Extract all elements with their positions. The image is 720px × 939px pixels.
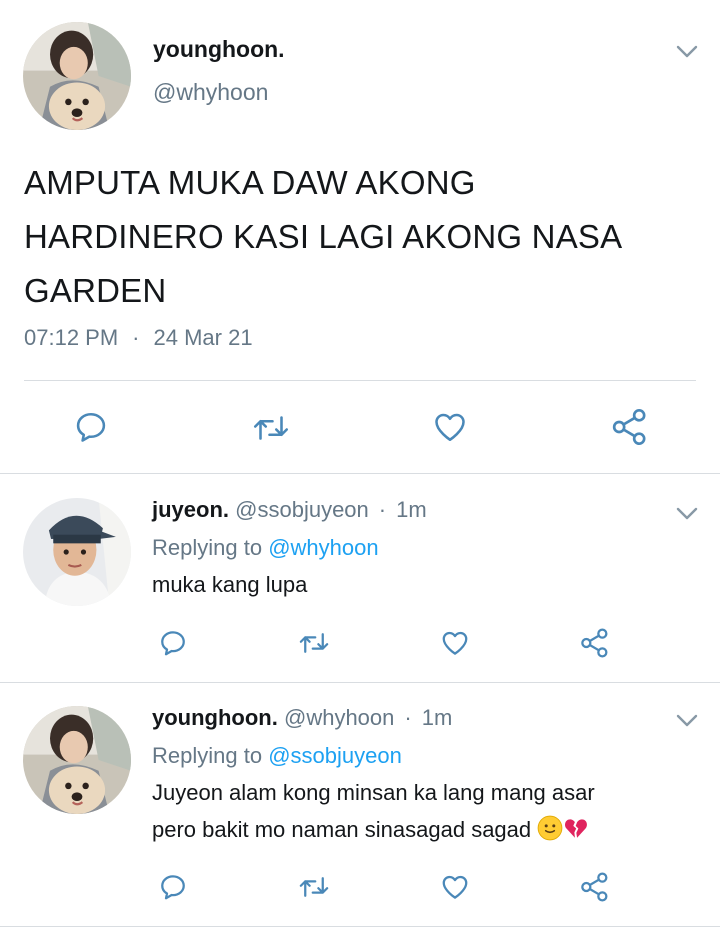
replying-to: Replying to @ssobjuyeon (152, 743, 402, 769)
reply-header: younghoon. @whyhoon · 1m (152, 705, 452, 731)
chevron-down-icon[interactable] (676, 714, 698, 728)
avatar[interactable] (23, 498, 131, 606)
retweet-icon[interactable] (251, 410, 291, 446)
display-name[interactable]: juyeon. (152, 497, 229, 522)
share-icon[interactable] (610, 407, 650, 447)
mention-link[interactable]: @ssobjuyeon (268, 743, 402, 768)
reply-icon[interactable] (158, 628, 188, 658)
divider (0, 926, 720, 927)
tweet-text: Juyeon alam kong minsan ka lang mang asa… (152, 774, 692, 848)
chevron-down-icon[interactable] (676, 507, 698, 521)
mention-link[interactable]: @whyhoon (268, 535, 378, 560)
tweet-time: 07:12 PM (24, 325, 119, 350)
heart-icon[interactable] (439, 872, 471, 902)
reply-time: 1m (396, 497, 427, 522)
replying-to: Replying to @whyhoon (152, 535, 379, 561)
retweet-icon[interactable] (297, 872, 331, 902)
reply-icon[interactable] (158, 872, 188, 902)
slightly-smiling-face-emoji (537, 815, 563, 841)
broken-heart-emoji (563, 815, 589, 841)
reply-time: 1m (421, 705, 453, 730)
avatar[interactable] (23, 706, 131, 814)
retweet-icon[interactable] (297, 628, 331, 658)
share-icon[interactable] (579, 871, 611, 903)
chevron-down-icon[interactable] (676, 45, 698, 59)
tweet-text: muka kang lupa (152, 572, 308, 597)
replying-label: Replying to (152, 535, 263, 560)
tweet-text-fragment: pero bakit mo naman sinasagad sagad (152, 817, 532, 842)
heart-icon[interactable] (439, 628, 471, 658)
reply-header: juyeon. @ssobjuyeon · 1m (152, 497, 427, 523)
handle[interactable]: @ssobjuyeon (235, 497, 369, 522)
meta-separator: · (378, 497, 387, 522)
tweet-date: 24 Mar 21 (153, 325, 253, 350)
heart-icon[interactable] (431, 409, 469, 445)
meta-separator: · (132, 325, 140, 350)
meta-separator: · (404, 705, 412, 730)
tweet-text-line: pero bakit mo naman sinasagad sagad (152, 811, 692, 848)
tweet-text-line: Juyeon alam kong minsan ka lang mang asa… (152, 780, 595, 805)
divider (0, 682, 720, 683)
reply-icon[interactable] (73, 409, 109, 445)
share-icon[interactable] (579, 627, 611, 659)
handle[interactable]: @whyhoon (284, 705, 394, 730)
display-name[interactable]: younghoon. (153, 36, 285, 63)
display-name[interactable]: younghoon. (152, 705, 278, 730)
tweet-text: AMPUTA MUKA DAW AKONG HARDINERO KASI LAG… (24, 164, 621, 309)
avatar[interactable] (23, 22, 131, 130)
divider (24, 380, 696, 381)
tweet-timestamp: 07:12 PM · 24 Mar 21 (24, 325, 253, 351)
divider (0, 473, 720, 474)
replying-label: Replying to (152, 743, 263, 768)
handle[interactable]: @whyhoon (153, 79, 268, 106)
